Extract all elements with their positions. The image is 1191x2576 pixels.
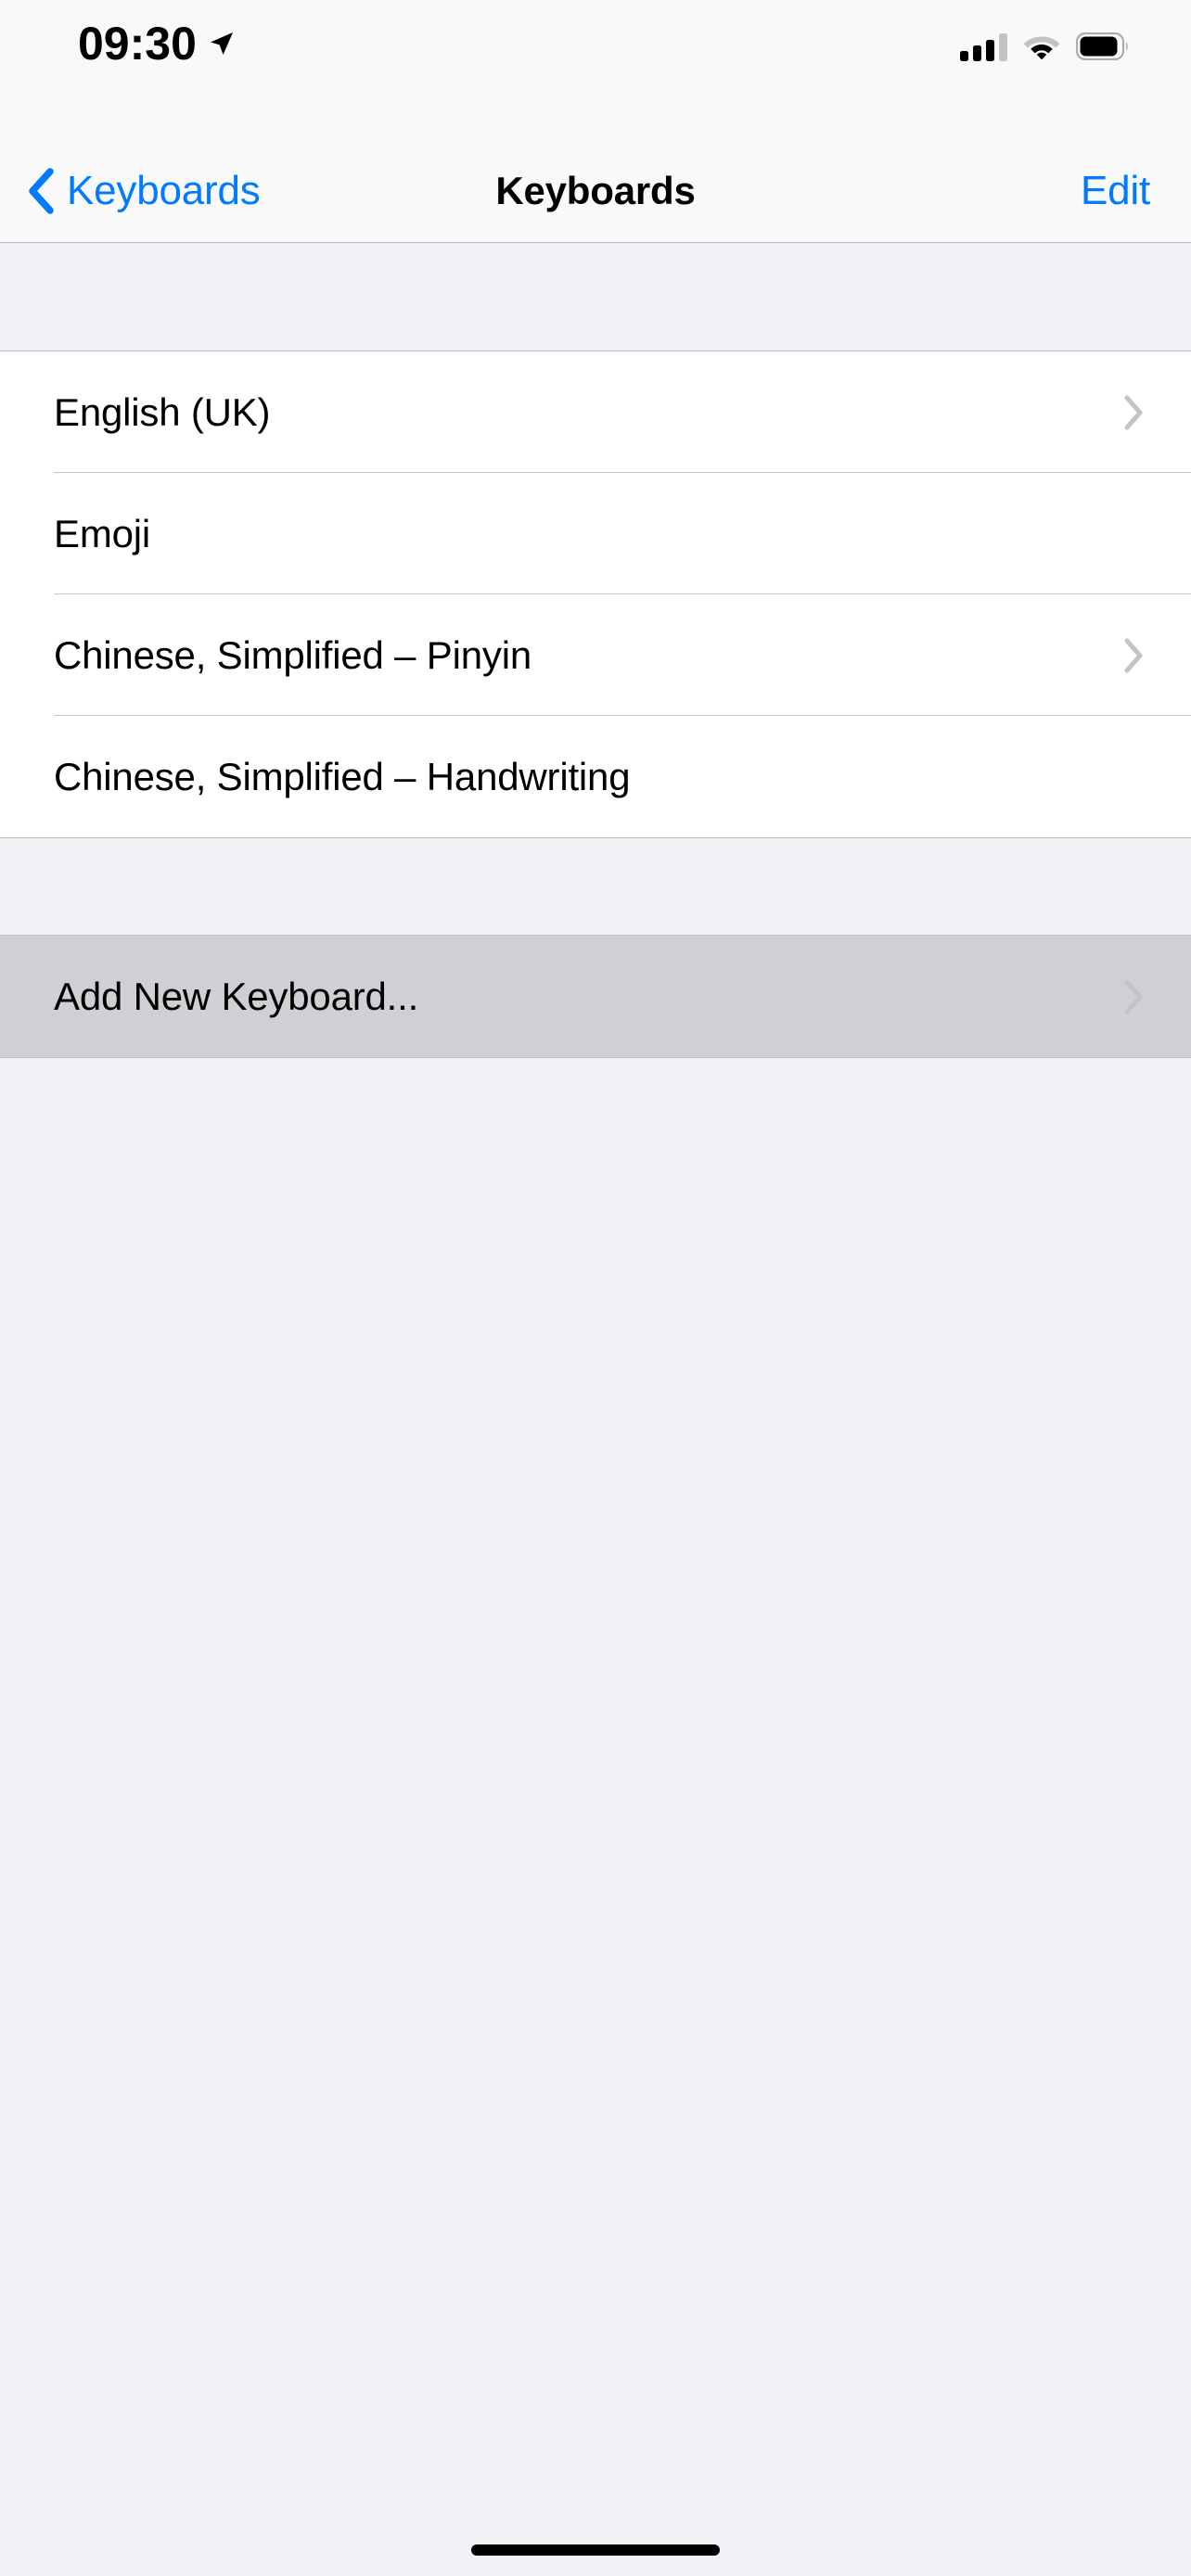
list-item-label: Chinese, Simplified – Handwriting: [54, 758, 1124, 797]
wifi-icon: [1023, 32, 1060, 60]
section-spacer-top: [0, 243, 1191, 351]
list-item-label: Chinese, Simplified – Pinyin: [54, 636, 1124, 675]
keyboards-list-group: English (UK) Emoji Chinese, Simplified – P…: [0, 351, 1191, 838]
status-bar-clock: 09:30: [78, 20, 197, 67]
list-item[interactable]: English (UK): [0, 351, 1191, 473]
navigation-bar: Keyboards Keyboards Edit: [0, 139, 1191, 243]
list-item[interactable]: Chinese, Simplified – Handwriting: [0, 716, 1191, 837]
add-keyboard-group: Add New Keyboard...: [0, 935, 1191, 1058]
cellular-signal-icon: [960, 33, 1007, 61]
chevron-right-icon: [1124, 395, 1145, 430]
edit-button[interactable]: Edit: [1081, 139, 1150, 243]
list-item[interactable]: Emoji: [0, 473, 1191, 594]
status-bar: 09:30: [0, 0, 1191, 139]
chevron-right-icon: [1124, 979, 1145, 1014]
battery-icon: [1076, 32, 1130, 60]
section-spacer-middle: [0, 838, 1191, 935]
list-item-label: Add New Keyboard...: [54, 977, 1124, 1016]
list-item[interactable]: Add New Keyboard...: [0, 936, 1191, 1057]
settings-list: English (UK) Emoji Chinese, Simplified – P…: [0, 243, 1191, 2576]
list-item[interactable]: Chinese, Simplified – Pinyin: [0, 594, 1191, 716]
page-title: Keyboards: [0, 139, 1191, 243]
iphone-screen: 09:30 Keybo: [0, 0, 1191, 2576]
home-indicator: [471, 2544, 720, 2556]
list-item-label: English (UK): [54, 393, 1124, 432]
chevron-right-icon: [1124, 638, 1145, 673]
list-item-label: Emoji: [54, 515, 1124, 554]
status-bar-left: 09:30: [78, 20, 236, 67]
location-arrow-icon: [208, 30, 236, 57]
status-bar-right: [960, 24, 1130, 61]
